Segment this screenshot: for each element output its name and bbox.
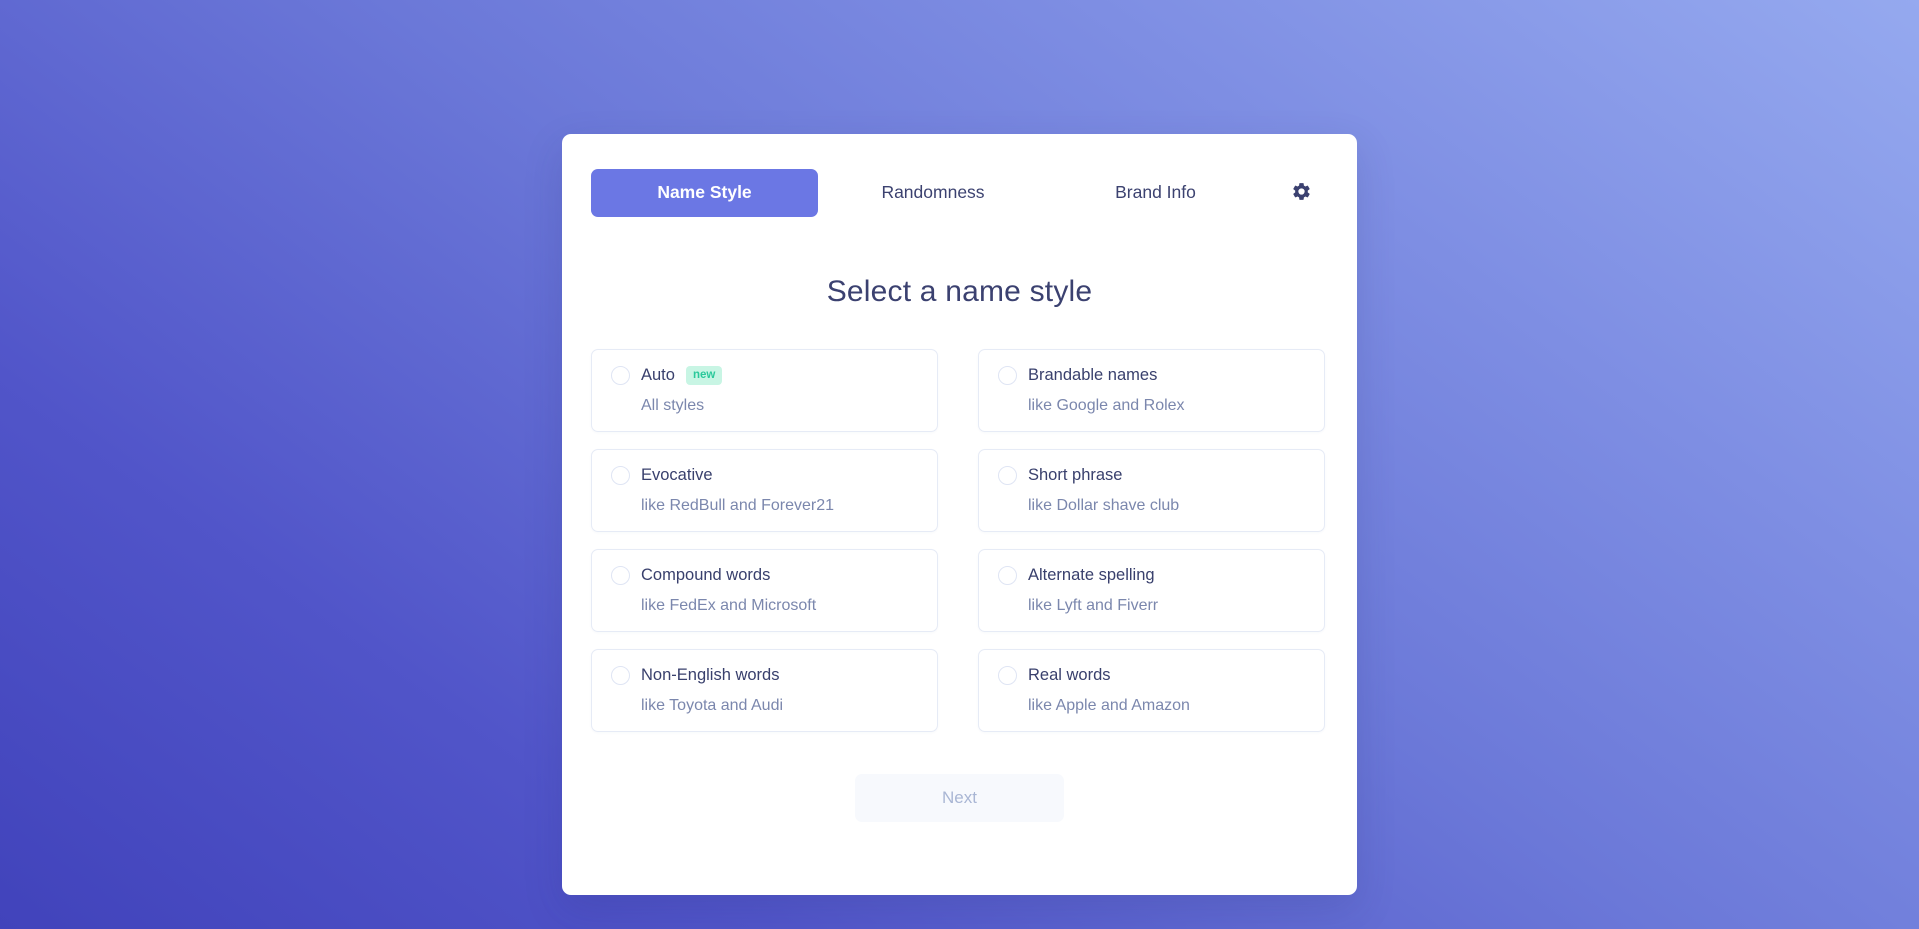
settings-button[interactable] bbox=[1291, 181, 1312, 205]
option-description: like Dollar shave club bbox=[1028, 497, 1180, 514]
option-real-words[interactable]: Real words like Apple and Amazon bbox=[978, 649, 1325, 732]
radio-non-english-words[interactable] bbox=[611, 666, 630, 685]
new-badge: new bbox=[685, 366, 723, 385]
option-label: Non-English words bbox=[641, 666, 780, 685]
option-label: Brandable names bbox=[1028, 366, 1158, 385]
option-alternate-spelling[interactable]: Alternate spelling like Lyft and Fiverr bbox=[978, 549, 1325, 632]
option-description: like Toyota and Audi bbox=[641, 697, 784, 714]
radio-brandable-names[interactable] bbox=[998, 366, 1017, 385]
radio-auto[interactable] bbox=[611, 366, 630, 385]
option-header: Brandable names bbox=[998, 366, 1305, 385]
next-button[interactable]: Next bbox=[855, 774, 1064, 822]
name-style-options: Auto new All styles Brandable names like… bbox=[562, 349, 1357, 732]
option-label: Auto bbox=[641, 366, 675, 385]
option-brandable-names[interactable]: Brandable names like Google and Rolex bbox=[978, 349, 1325, 432]
radio-compound-words[interactable] bbox=[611, 566, 630, 585]
gear-icon bbox=[1291, 181, 1312, 205]
option-description: like Google and Rolex bbox=[1028, 397, 1185, 414]
option-label: Compound words bbox=[641, 566, 771, 585]
option-header: Real words bbox=[998, 666, 1305, 685]
option-description: like Lyft and Fiverr bbox=[1028, 597, 1159, 614]
option-header: Auto new bbox=[611, 366, 918, 385]
tab-randomness[interactable]: Randomness bbox=[818, 169, 1048, 217]
option-non-english-words[interactable]: Non-English words like Toyota and Audi bbox=[591, 649, 938, 732]
option-description: like RedBull and Forever21 bbox=[641, 497, 834, 514]
name-style-panel: Name Style Randomness Brand Info Select … bbox=[562, 134, 1357, 895]
option-description: like Apple and Amazon bbox=[1028, 697, 1190, 714]
radio-alternate-spelling[interactable] bbox=[998, 566, 1017, 585]
option-header: Short phrase bbox=[998, 466, 1305, 485]
option-header: Alternate spelling bbox=[998, 566, 1305, 585]
option-compound-words[interactable]: Compound words like FedEx and Microsoft bbox=[591, 549, 938, 632]
option-label: Alternate spelling bbox=[1028, 566, 1155, 585]
option-short-phrase[interactable]: Short phrase like Dollar shave club bbox=[978, 449, 1325, 532]
tab-bar: Name Style Randomness Brand Info bbox=[562, 134, 1357, 223]
radio-evocative[interactable] bbox=[611, 466, 630, 485]
next-button-row: Next bbox=[562, 774, 1357, 822]
tab-brand-info[interactable]: Brand Info bbox=[1048, 169, 1263, 217]
option-header: Compound words bbox=[611, 566, 918, 585]
option-evocative[interactable]: Evocative like RedBull and Forever21 bbox=[591, 449, 938, 532]
option-header: Evocative bbox=[611, 466, 918, 485]
page-title: Select a name style bbox=[826, 275, 1093, 308]
option-label: Evocative bbox=[641, 466, 713, 485]
radio-real-words[interactable] bbox=[998, 666, 1017, 685]
option-description: like FedEx and Microsoft bbox=[641, 597, 817, 614]
option-header: Non-English words bbox=[611, 666, 918, 685]
option-auto[interactable]: Auto new All styles bbox=[591, 349, 938, 432]
radio-short-phrase[interactable] bbox=[998, 466, 1017, 485]
option-label: Real words bbox=[1028, 666, 1111, 685]
tab-name-style[interactable]: Name Style bbox=[591, 169, 818, 217]
option-label: Short phrase bbox=[1028, 466, 1123, 485]
option-description: All styles bbox=[641, 397, 705, 414]
